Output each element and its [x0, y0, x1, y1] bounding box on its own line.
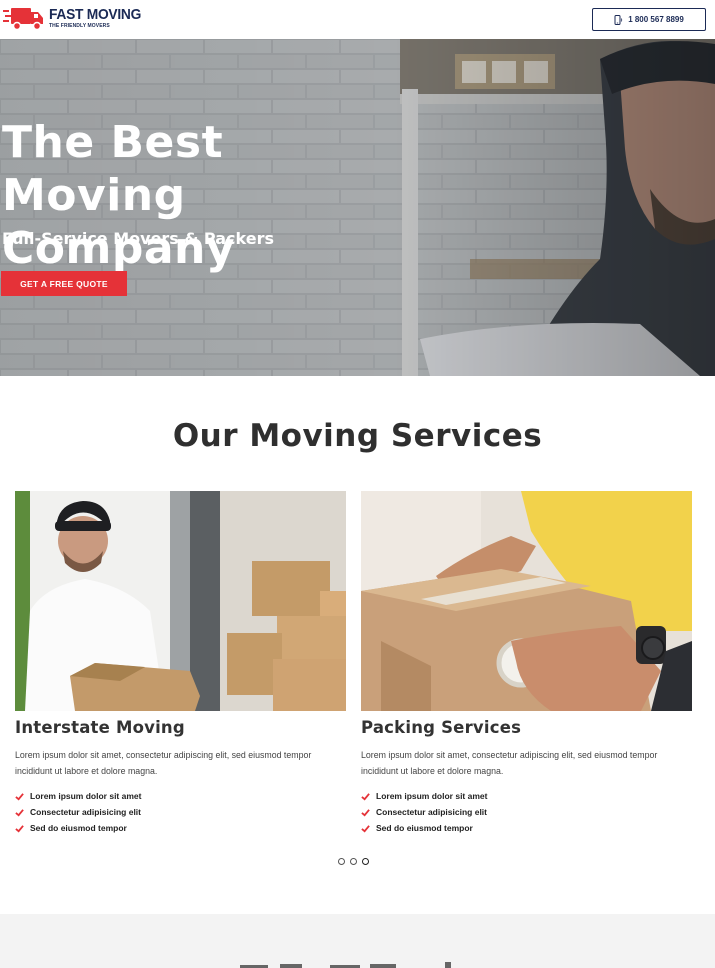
site-header: FAST MOVING THE FRIENDLY MOVERS 1 800 56… — [0, 0, 715, 39]
hero-subtitle: Full-Service Movers & Packers — [2, 229, 274, 248]
service-image-mover-with-box — [15, 491, 346, 711]
hero-banner: The Best Moving Company Full-Service Mov… — [0, 39, 715, 376]
phone-number: 1 800 567 8899 — [628, 15, 684, 24]
list-item: Sed do eiusmod tempor — [15, 820, 346, 836]
next-section-heading-partial — [240, 962, 451, 968]
list-item: Lorem ipsum dolor sit amet — [15, 788, 346, 804]
get-quote-button[interactable]: GET A FREE QUOTE — [1, 271, 127, 296]
list-item: Consectetur adipisicing elit — [361, 804, 692, 820]
service-feature-list: Lorem ipsum dolor sit amet Consectetur a… — [361, 788, 692, 836]
service-feature-list: Lorem ipsum dolor sit amet Consectetur a… — [15, 788, 346, 836]
carousel-dot-active[interactable] — [362, 858, 369, 865]
logo[interactable]: FAST MOVING THE FRIENDLY MOVERS — [3, 5, 149, 31]
check-icon — [15, 824, 24, 832]
service-description: Lorem ipsum dolor sit amet, consectetur … — [361, 750, 658, 776]
service-card-interstate-moving[interactable]: Interstate Moving Lorem ipsum dolor sit … — [15, 491, 346, 836]
service-image-packing-box — [361, 491, 692, 711]
service-title: Packing Services — [361, 718, 522, 737]
check-icon — [361, 808, 370, 816]
mobile-phone-icon — [614, 14, 623, 25]
hero-title: The Best Moving Company — [2, 117, 236, 274]
next-section — [0, 914, 715, 968]
phone-button[interactable]: 1 800 567 8899 — [592, 8, 706, 31]
check-icon — [361, 824, 370, 832]
check-icon — [15, 792, 24, 800]
service-title: Interstate Moving — [15, 718, 185, 737]
check-icon — [361, 792, 370, 800]
carousel-dot[interactable] — [350, 858, 357, 865]
carousel-dot[interactable] — [338, 858, 345, 865]
list-item: Sed do eiusmod tempor — [361, 820, 692, 836]
carousel-pagination — [338, 858, 369, 865]
check-icon — [15, 808, 24, 816]
list-item: Consectetur adipisicing elit — [15, 804, 346, 820]
service-card-packing-services[interactable]: Packing Services Lorem ipsum dolor sit a… — [361, 491, 692, 836]
services-heading: Our Moving Services — [172, 418, 543, 454]
logo-title: FAST MOVING — [49, 6, 142, 23]
truck-icon — [3, 8, 43, 31]
list-item: Lorem ipsum dolor sit amet — [361, 788, 692, 804]
logo-subtitle: THE FRIENDLY MOVERS — [49, 23, 110, 29]
service-description: Lorem ipsum dolor sit amet, consectetur … — [15, 750, 312, 776]
